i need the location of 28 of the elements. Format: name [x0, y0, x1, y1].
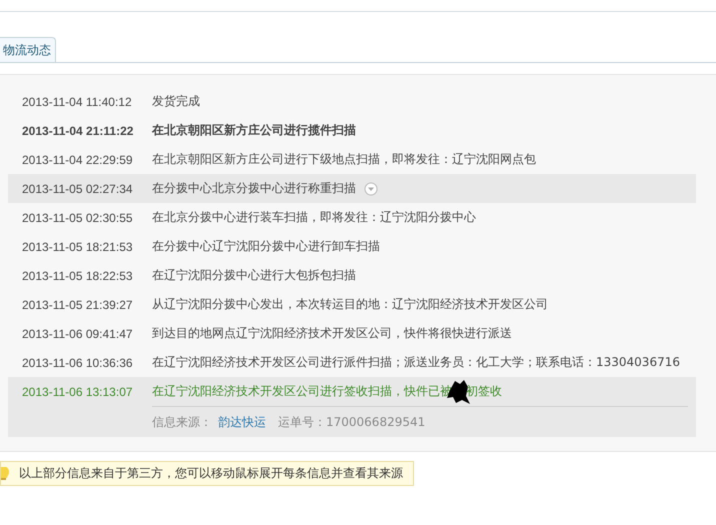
- event-description: 在北京朝阳区新方庄公司进行揽件扫描: [152, 122, 356, 139]
- notice-text: 以上部分信息来自于第三方，您可以移动鼠标展开每条信息并查看其来源: [19, 465, 403, 482]
- event-time: 2013-11-05 18:22:53: [22, 268, 134, 282]
- expand-icon[interactable]: [364, 182, 378, 196]
- event-description: 在分拨中心北京分拨中心进行称重扫描: [152, 180, 356, 197]
- event-time: 2013-11-05 02:30:55: [22, 210, 134, 224]
- event-description: 到达目的地网点辽宁沈阳经济技术开发区公司，快件将很快进行派送: [152, 325, 512, 342]
- event-time: 2013-11-04 21:11:22: [22, 124, 134, 138]
- event-description: 在辽宁沈阳经济技术开发区公司进行派件扫描；派送业务员：化工大学；联系电话：13304036716: [152, 354, 680, 371]
- tab[interactable]: 物流动态: [0, 37, 56, 62]
- event-time: 2013-11-06 10:36:36: [22, 356, 134, 370]
- waybill-number: 运单号：1700066829541: [278, 414, 426, 430]
- event-description: 发货完成: [152, 93, 200, 110]
- event-time: 2013-11-05 21:39:27: [22, 298, 134, 312]
- event-time: 2013-11-06 09:41:47: [22, 326, 134, 340]
- event-description: 在分拨中心辽宁沈阳分拨中心进行卸车扫描: [152, 238, 380, 255]
- carrier-link[interactable]: 韵达快运: [218, 414, 266, 430]
- event-time: 2013-11-04 22:29:59: [22, 152, 134, 166]
- event-time: 2013-11-05 18:21:53: [22, 240, 134, 254]
- source-label: 信息来源：: [152, 414, 212, 430]
- event-time: 2013-11-05 02:27:34: [22, 182, 134, 196]
- event-description: 在北京分拨中心进行装车扫描，即将发往：辽宁沈阳分拨中心: [152, 209, 476, 226]
- event-description: 在辽宁沈阳分拨中心进行大包拆包扫描: [152, 267, 356, 284]
- event-description: 在北京朝阳区新方庄公司进行下级地点扫描，即将发往：辽宁沈阳网点包: [152, 151, 536, 168]
- lightbulb-icon: [1, 466, 9, 480]
- event-time: 2013-11-06 13:13:07: [22, 384, 134, 398]
- event-description: 从辽宁沈阳分拨中心发出，本次转运目的地：辽宁沈阳经济技术开发区公司: [152, 296, 548, 313]
- event-time: 2013-11-04 11:40:12: [22, 94, 133, 108]
